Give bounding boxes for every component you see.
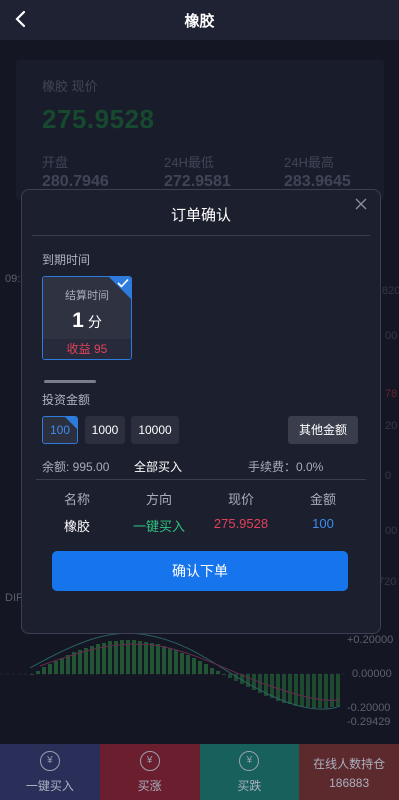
bottom-action-bar: ¥ 一键买入 ¥ 买涨 ¥ 买跌 在线人数持仓 186883 xyxy=(0,744,399,800)
amount-option-1000[interactable]: 1000 xyxy=(85,416,125,444)
modal-title: 订单确认 xyxy=(170,207,231,224)
balance-text: 余额: 995.00 xyxy=(42,460,110,474)
buy-down-button[interactable]: ¥ 买跌 xyxy=(199,744,300,800)
quick-buy-button[interactable]: ¥ 一键买入 xyxy=(0,744,100,800)
col-header-direction: 方向 xyxy=(145,492,172,507)
page-title: 橡胶 xyxy=(184,12,215,30)
amount-label: 投资金额 xyxy=(42,393,91,407)
cell-direction: 一键买入 xyxy=(132,519,185,534)
fee-text: 手续费：0.0% xyxy=(248,460,324,474)
col-header-price: 现价 xyxy=(227,492,254,507)
online-count: 186883 xyxy=(329,775,370,790)
cell-price: 275.9528 xyxy=(213,516,269,531)
expiry-label: 到期时间 xyxy=(42,253,91,267)
scroll-indicator xyxy=(44,380,96,383)
yen-icon: ¥ xyxy=(139,750,160,771)
yen-icon: ¥ xyxy=(239,750,260,771)
quick-buy-label: 一键买入 xyxy=(25,778,74,793)
expiry-option-1min[interactable]: 结算时间 1分 收益 95 xyxy=(42,276,132,360)
buy-up-label: 买涨 xyxy=(137,778,162,793)
yen-icon: ¥ xyxy=(39,750,60,771)
back-arrow-icon[interactable] xyxy=(10,8,32,30)
divider xyxy=(36,479,366,480)
expiry-number: 1 xyxy=(72,309,84,332)
divider xyxy=(32,235,370,236)
online-holdings[interactable]: 在线人数持仓 186883 xyxy=(299,744,399,800)
col-header-amount: 金额 xyxy=(309,492,336,507)
buy-up-button[interactable]: ¥ 买涨 xyxy=(99,744,200,800)
expiry-profit: 收益 95 xyxy=(43,339,131,359)
confirm-order-button[interactable]: 确认下单 xyxy=(52,551,348,591)
order-confirm-modal: 订单确认 到期时间 结算时间 1分 收益 95 投资金额 100 1000 10… xyxy=(21,189,381,634)
online-label: 在线人数持仓 xyxy=(313,756,386,771)
check-icon xyxy=(117,278,129,288)
header-bar: 橡胶 xyxy=(0,0,399,40)
selected-corner xyxy=(65,417,77,429)
amount-option-100[interactable]: 100 xyxy=(42,416,78,444)
buy-down-label: 买跌 xyxy=(237,778,262,793)
other-amount-button[interactable]: 其他金额 xyxy=(288,416,358,444)
close-icon[interactable] xyxy=(354,197,368,211)
cell-amount: 100 xyxy=(312,516,334,531)
buy-all-link[interactable]: 全部买入 xyxy=(134,458,182,475)
amount-option-10000[interactable]: 10000 xyxy=(131,416,179,444)
cell-name: 橡胶 xyxy=(63,519,90,534)
col-header-name: 名称 xyxy=(63,492,90,507)
expiry-unit: 分 xyxy=(87,314,102,330)
